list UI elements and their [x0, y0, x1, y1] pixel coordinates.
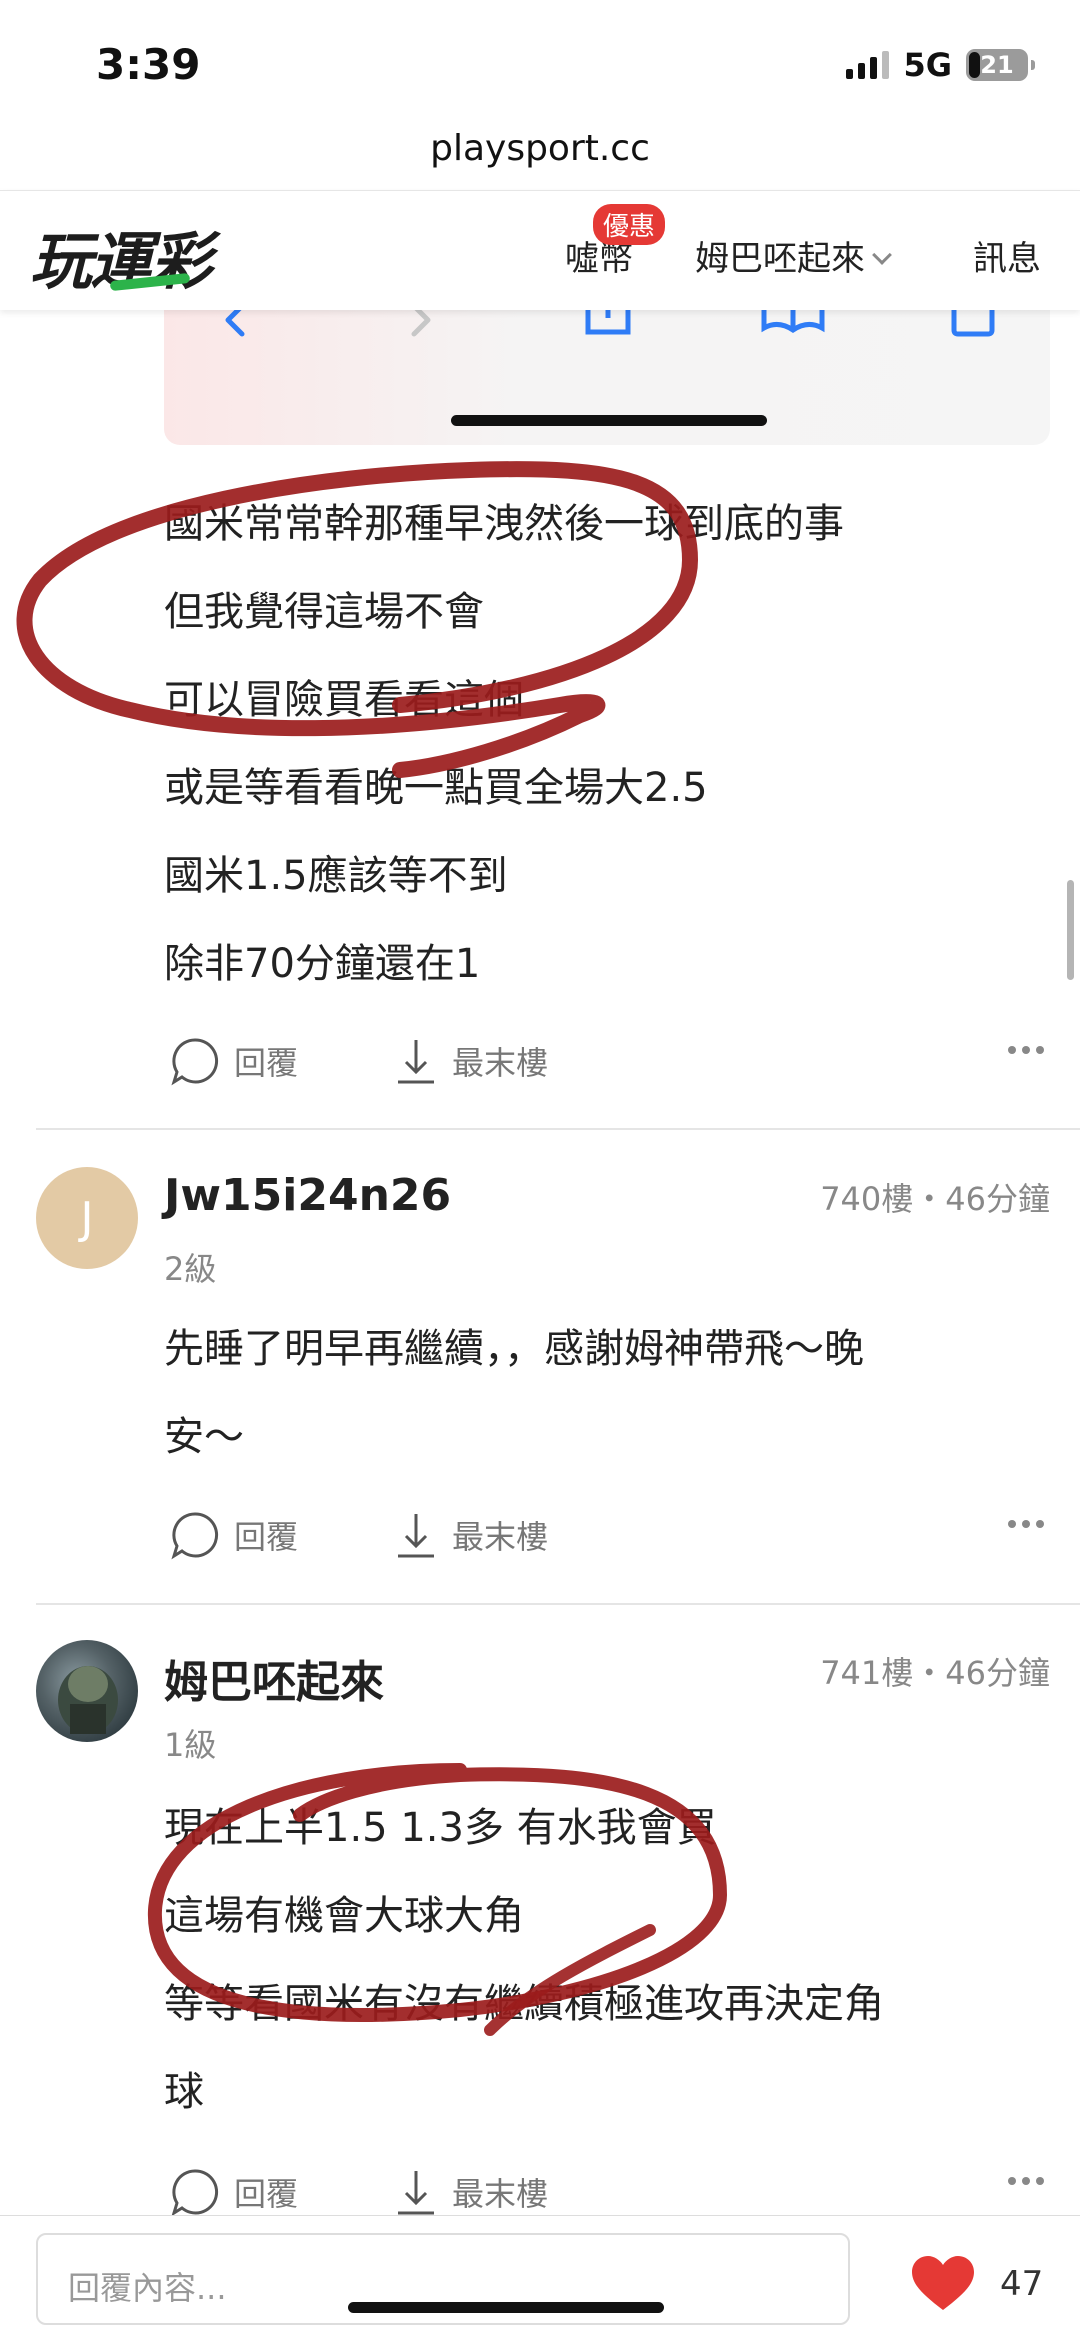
avatar-image	[58, 1666, 118, 1734]
avatar[interactable]: J	[36, 1167, 138, 1269]
status-time: 3:39	[96, 40, 201, 89]
username[interactable]: 姆巴呸起來	[164, 1646, 384, 1710]
floor-meta: 741樓・46分鐘	[820, 1654, 1050, 1692]
post-line: 安～	[164, 1414, 244, 1460]
reply-button[interactable]: 回覆	[170, 2167, 298, 2217]
post-line: 國米1.5應該等不到	[164, 853, 508, 899]
floor-meta: 740樓・46分鐘	[820, 1180, 1050, 1218]
nav-user-menu[interactable]: 姆巴呸起來	[695, 231, 892, 280]
user-level: 1級	[164, 1726, 217, 1764]
heart-icon[interactable]	[912, 2256, 974, 2312]
chevron-down-icon	[872, 245, 892, 265]
username[interactable]: Jw15i24n26	[164, 1170, 451, 1221]
post-body: 先睡了明早再繼續，，感謝姆神帶飛～晚 安～	[164, 1305, 864, 1481]
more-icon[interactable]	[1008, 1520, 1044, 1528]
signal-icon	[846, 51, 890, 79]
post-line: 先睡了明早再繼續，，感謝姆神帶飛～晚	[164, 1326, 864, 1372]
reply-button[interactable]: 回覆	[170, 1036, 298, 1086]
like-count: 47	[1000, 2264, 1044, 2304]
last-floor-label: 最末樓	[452, 1044, 549, 1082]
reply-label: 回覆	[234, 1044, 299, 1082]
post-line: 球	[164, 2069, 204, 2115]
reply-label: 回覆	[234, 1518, 299, 1556]
post-line: 現在上半1.5 1.3多 有水我會買	[164, 1805, 717, 1851]
scrollbar[interactable]	[1067, 880, 1074, 980]
more-icon[interactable]	[1008, 1046, 1044, 1054]
avatar[interactable]	[36, 1640, 138, 1742]
user-menu-label: 姆巴呸起來	[695, 239, 865, 279]
post-line: 可以冒險買看看這個	[164, 677, 524, 723]
comment-icon	[171, 1512, 219, 1560]
battery-icon: 21	[966, 49, 1035, 81]
address-bar-url[interactable]: playsport.cc	[0, 128, 1080, 169]
last-floor-label: 最末樓	[452, 1518, 549, 1556]
post-line: 國米常常幹那種早洩然後一球到底的事	[164, 501, 844, 547]
reply-bar: 回覆內容... 47	[0, 2215, 1080, 2337]
network-type: 5G	[903, 46, 952, 84]
user-level: 2級	[164, 1250, 217, 1288]
reply-label: 回覆	[234, 2175, 299, 2213]
last-floor-button[interactable]: 最末樓	[394, 1510, 548, 1560]
home-indicator	[348, 2302, 664, 2313]
last-floor-button[interactable]: 最末樓	[394, 2167, 548, 2217]
post-actions: 回覆 最末樓	[164, 1024, 1044, 1094]
promo-badge: 優惠	[593, 204, 666, 245]
post-divider	[36, 1128, 1080, 1130]
last-floor-label: 最末樓	[452, 2175, 549, 2213]
post-line: 這場有機會大球大角	[164, 1893, 524, 1939]
post-body: 現在上半1.5 1.3多 有水我會買 這場有機會大球大角 等等看國米有沒有繼續積…	[164, 1784, 884, 2136]
arrow-down-icon	[398, 2171, 434, 2215]
comment-icon	[171, 2169, 219, 2217]
nav-messages[interactable]: 訊息	[973, 231, 1041, 280]
more-icon[interactable]	[1008, 2177, 1044, 2185]
site-logo[interactable]: 玩運彩	[30, 211, 212, 301]
post-actions: 回覆 最末樓	[164, 1498, 1044, 1568]
post-line: 等等看國米有沒有繼續積極進攻再決定角	[164, 1981, 884, 2027]
status-indicators: 5G 21	[846, 46, 1035, 84]
home-indicator	[451, 415, 767, 426]
battery-level: 21	[980, 51, 1014, 79]
site-header: 玩運彩 噓幣 優惠 姆巴呸起來 訊息	[0, 190, 1080, 310]
post-line: 但我覺得這場不會	[164, 589, 484, 635]
post-line: 除非70分鐘還在1	[164, 941, 481, 987]
post-divider	[36, 1603, 1080, 1605]
arrow-down-icon	[398, 1040, 434, 1084]
reply-button[interactable]: 回覆	[170, 1510, 298, 1560]
arrow-down-icon	[398, 1514, 434, 1558]
last-floor-button[interactable]: 最末樓	[394, 1036, 548, 1086]
comment-icon	[171, 1038, 219, 1086]
status-bar: 3:39 5G 21 playsport.cc	[0, 0, 1080, 169]
post-line: 或是等看看晚一點買全場大2.5	[164, 765, 708, 811]
post-body: 國米常常幹那種早洩然後一球到底的事 但我覺得這場不會 可以冒險買看看這個 或是等…	[164, 480, 844, 1008]
browser-toolbar	[164, 300, 1050, 445]
